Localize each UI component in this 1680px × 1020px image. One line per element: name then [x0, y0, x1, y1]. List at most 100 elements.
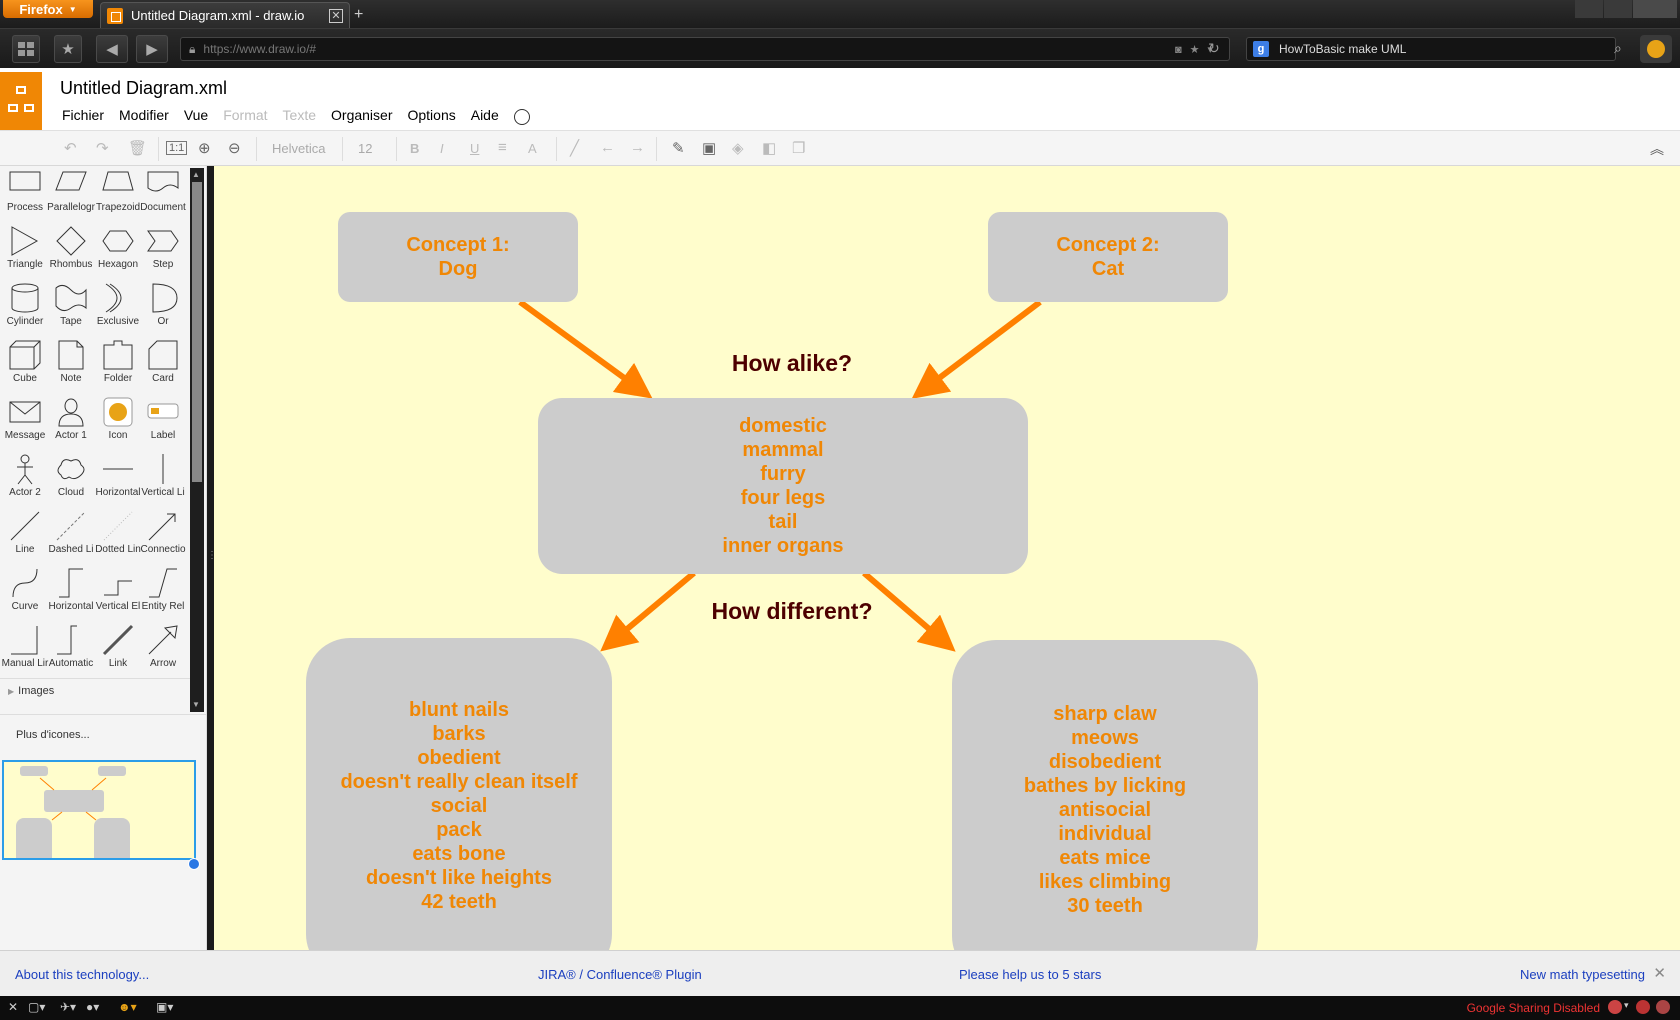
shape-folder[interactable]: Folder	[95, 339, 141, 396]
close-footer-icon[interactable]: ✕	[1653, 964, 1666, 982]
shape-automatic[interactable]: Automatic	[48, 624, 94, 681]
menu-options[interactable]: Options	[407, 107, 455, 123]
search-icon[interactable]: ⌕	[1614, 40, 1622, 57]
shape-vertical-li[interactable]: Vertical Li	[140, 453, 186, 510]
shape-arrow[interactable]: Arrow	[140, 624, 186, 681]
addon-chat-icon[interactable]: ▣▾	[156, 1000, 173, 1014]
font-family-select[interactable]: Helvetica	[272, 141, 325, 156]
shape-process[interactable]: Process	[2, 168, 48, 225]
shape-step[interactable]: Step	[140, 225, 186, 282]
url-bar[interactable]: 🔒︎ https://www.draw.io/# ◙★▾	[180, 37, 1230, 61]
close-addon-bar-icon[interactable]: ✕	[8, 1000, 18, 1014]
shape-tape[interactable]: Tape	[48, 282, 94, 339]
shape-link[interactable]: Link	[95, 624, 141, 681]
shape-trapezoid[interactable]: Trapezoid	[95, 168, 141, 225]
cat-traits-box[interactable]: sharp claw meows disobedient bathes by lick…	[952, 640, 1258, 950]
menu-arrange[interactable]: Organiser	[331, 107, 392, 123]
shape-actor-2[interactable]: Actor 2	[2, 453, 48, 510]
math-typesetting-link[interactable]: New math typesetting	[1520, 967, 1645, 982]
italic-button[interactable]: I	[440, 141, 444, 156]
shape-exclusive[interactable]: Exclusive	[95, 282, 141, 339]
shape-manual-lir[interactable]: Manual Lir	[2, 624, 48, 681]
font-color-button[interactable]: A	[528, 141, 537, 156]
similarities-box[interactable]: domestic mammal furry four legs tail inner or…	[538, 398, 1028, 574]
menu-view[interactable]: Vue	[184, 107, 208, 123]
shape-document[interactable]: Document	[140, 168, 186, 225]
actual-size-icon[interactable]: 1:1	[166, 141, 188, 155]
gradient-icon[interactable]: ◧	[762, 139, 776, 157]
zoom-in-icon[interactable]: ⊕	[198, 139, 211, 157]
delete-icon[interactable]: 🗑︎	[128, 139, 147, 157]
outline-minimap[interactable]	[2, 760, 196, 860]
menu-file[interactable]: Fichier	[62, 107, 104, 123]
bookmarks-button[interactable]: ★	[54, 35, 82, 63]
how-different-label[interactable]: How different?	[662, 598, 922, 625]
fill-color-icon[interactable]: ◈	[732, 139, 744, 157]
tab-close-icon[interactable]: ✕	[329, 8, 343, 23]
search-bar[interactable]: g HowToBasic make UML	[1246, 37, 1616, 61]
new-tab-button[interactable]: +	[354, 6, 363, 24]
more-icons-link[interactable]: Plus d'icones...	[0, 714, 207, 754]
font-size-input[interactable]: 12	[358, 141, 372, 156]
rate-stars-link[interactable]: Please help us to 5 stars	[959, 967, 1101, 982]
shape-actor-1[interactable]: Actor 1	[48, 396, 94, 453]
shape-dashed-li[interactable]: Dashed Li	[48, 510, 94, 567]
addon-bird-icon[interactable]: ✈▾	[60, 1000, 76, 1014]
scrollbar-thumb[interactable]	[192, 182, 202, 482]
maximize-button[interactable]	[1604, 0, 1632, 18]
addon-face-icon[interactable]: ☻▾	[118, 1000, 137, 1014]
google-search-icon[interactable]: g	[1253, 41, 1269, 57]
shape-card[interactable]: Card	[140, 339, 186, 396]
line-color-icon[interactable]: ✎	[672, 139, 685, 157]
reload-icon[interactable]: ↻	[1208, 40, 1220, 57]
shape-entity-rel[interactable]: Entity Rel	[140, 567, 186, 624]
redo-icon[interactable]: ↷	[96, 139, 109, 157]
menu-text[interactable]: Texte	[283, 107, 316, 123]
scroll-up-icon[interactable]: ▲	[192, 170, 200, 179]
shape-triangle[interactable]: Triangle	[2, 225, 48, 282]
zoom-out-icon[interactable]: ⊖	[228, 139, 241, 157]
shape-vertical-el[interactable]: Vertical El	[95, 567, 141, 624]
dog-traits-box[interactable]: blunt nails barks obedient doesn't really c…	[306, 638, 612, 950]
addon-drop-icon[interactable]: ●▾	[86, 1000, 99, 1014]
shape-rhombus[interactable]: Rhombus	[48, 225, 94, 282]
language-globe-icon[interactable]	[513, 109, 530, 125]
menu-help[interactable]: Aide	[471, 107, 499, 123]
shape-message[interactable]: Message	[2, 396, 48, 453]
download-button[interactable]	[1640, 35, 1672, 63]
tray-icon-3[interactable]	[1656, 1000, 1670, 1014]
about-technology-link[interactable]: About this technology...	[15, 967, 149, 982]
line-start-icon[interactable]: ←	[600, 139, 615, 156]
shape-icon[interactable]: Icon	[95, 396, 141, 453]
shape-cloud[interactable]: Cloud	[48, 453, 94, 510]
shape-horizontal[interactable]: Horizontal	[48, 567, 94, 624]
shape-line[interactable]: Line	[2, 510, 48, 567]
document-title[interactable]: Untitled Diagram.xml	[60, 78, 227, 99]
minimize-button[interactable]	[1575, 0, 1603, 18]
concept2-box[interactable]: Concept 2: Cat	[988, 212, 1228, 302]
line-style-icon[interactable]: ╱	[570, 139, 579, 157]
concept1-box[interactable]: Concept 1: Dog	[338, 212, 578, 302]
how-alike-label[interactable]: How alike?	[662, 350, 922, 377]
jira-plugin-link[interactable]: JIRA® / Confluence® Plugin	[538, 967, 702, 982]
align-icon[interactable]: ≡	[498, 139, 507, 156]
chevron-down-icon[interactable]: ▾	[1624, 1000, 1629, 1011]
menu-format[interactable]: Format	[223, 107, 267, 123]
diagram-canvas[interactable]: Concept 1: Dog Concept 2: Cat How alike?…	[214, 166, 1680, 950]
shape-horizontal[interactable]: Horizontal	[95, 453, 141, 510]
firefox-menu-button[interactable]: Firefox ▼	[3, 0, 93, 18]
shape-parallelogr[interactable]: Parallelogr	[47, 168, 95, 225]
shape-dotted-lin[interactable]: Dotted Lin	[95, 510, 141, 567]
shape-note[interactable]: Note	[48, 339, 94, 396]
tray-icon-1[interactable]	[1608, 1000, 1622, 1014]
shape-cylinder[interactable]: Cylinder	[2, 282, 48, 339]
forward-button[interactable]: ▶	[136, 35, 168, 63]
shadow-icon[interactable]: ❐	[792, 139, 805, 157]
addon-s-icon[interactable]: ▢▾	[28, 1000, 45, 1014]
google-sharing-status[interactable]: Google Sharing Disabled	[1467, 1001, 1600, 1015]
minimap-resize-handle[interactable]	[188, 858, 200, 870]
tray-icon-2[interactable]	[1636, 1000, 1650, 1014]
images-section[interactable]: ▶ Images	[0, 678, 190, 702]
search-query[interactable]: HowToBasic make UML	[1279, 42, 1609, 56]
menu-edit[interactable]: Modifier	[119, 107, 169, 123]
